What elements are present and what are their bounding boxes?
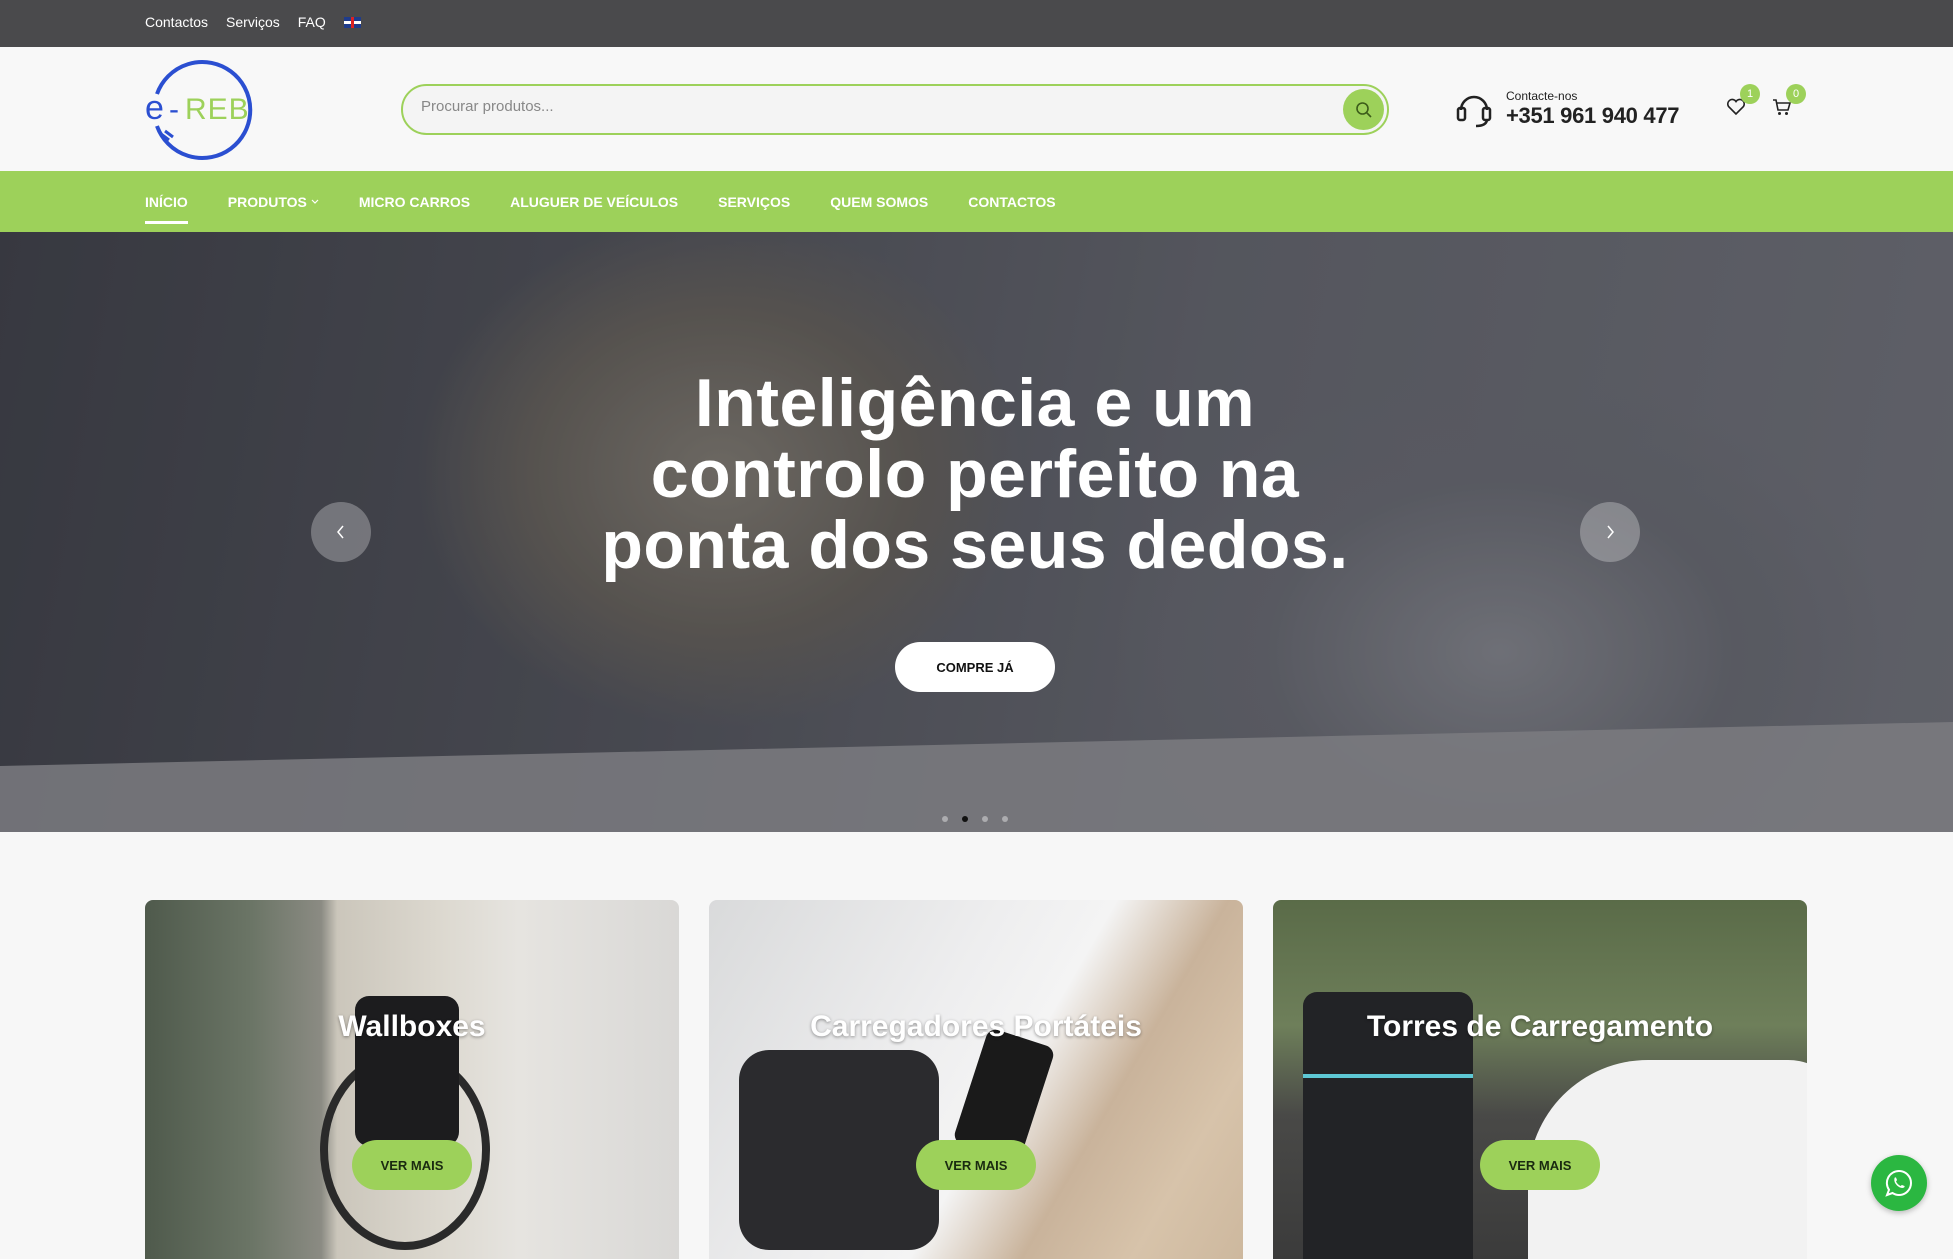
category-card-torres[interactable]: Torres de Carregamento VER MAIS bbox=[1273, 900, 1807, 1259]
top-bar: Contactos Serviços FAQ bbox=[0, 0, 1953, 47]
search-bar bbox=[401, 84, 1389, 135]
phone-number[interactable]: +351 961 940 477 bbox=[1506, 103, 1680, 129]
chevron-left-icon bbox=[337, 525, 344, 539]
wishlist-button[interactable]: 1 bbox=[1726, 84, 1760, 121]
slider-dot[interactable] bbox=[982, 816, 988, 822]
cart-button[interactable]: 0 bbox=[1772, 84, 1806, 121]
header: e - REB Contacte-nos +351 961 940 477 bbox=[0, 47, 1953, 171]
category-card-portateis[interactable]: Carregadores Portáteis VER MAIS bbox=[709, 900, 1243, 1259]
slider-prev-button[interactable] bbox=[311, 502, 371, 562]
slider-dot[interactable] bbox=[1002, 816, 1008, 822]
top-link-servicos[interactable]: Serviços bbox=[226, 14, 280, 30]
whatsapp-icon bbox=[1885, 1169, 1912, 1197]
main-nav: INÍCIO PRODUTOS MICRO CARROS ALUGUER DE … bbox=[0, 171, 1953, 232]
ver-mais-button[interactable]: VER MAIS bbox=[352, 1140, 472, 1190]
top-link-faq[interactable]: FAQ bbox=[298, 14, 326, 30]
search-input[interactable] bbox=[421, 98, 1321, 115]
chevron-right-icon bbox=[1607, 525, 1614, 539]
contact-block[interactable]: Contacte-nos +351 961 940 477 bbox=[1456, 89, 1680, 129]
svg-text:-: - bbox=[169, 93, 179, 126]
category-title: Carregadores Portáteis bbox=[810, 1010, 1142, 1043]
slider-dot[interactable] bbox=[942, 816, 948, 822]
contact-label: Contacte-nos bbox=[1506, 89, 1578, 103]
nav-item-servicos[interactable]: SERVIÇOS bbox=[718, 194, 790, 210]
top-links: Contactos Serviços FAQ bbox=[145, 14, 361, 30]
category-title: Wallboxes bbox=[338, 1010, 486, 1043]
nav-item-contactos[interactable]: CONTACTOS bbox=[968, 194, 1055, 210]
ver-mais-button[interactable]: VER MAIS bbox=[916, 1140, 1036, 1190]
logo-icon: e - REB bbox=[145, 60, 253, 160]
category-title: Torres de Carregamento bbox=[1366, 1010, 1714, 1043]
category-card-wallboxes[interactable]: Wallboxes VER MAIS bbox=[145, 900, 679, 1259]
ver-mais-button[interactable]: VER MAIS bbox=[1480, 1140, 1600, 1190]
hero-headline: Inteligência e um controlo perfeito na p… bbox=[601, 365, 1349, 583]
nav-item-produtos-label: PRODUTOS bbox=[227, 193, 307, 210]
card-image bbox=[739, 1050, 939, 1250]
uk-flag-icon[interactable] bbox=[343, 16, 361, 28]
nav-item-micro-carros[interactable]: MICRO CARROS bbox=[359, 194, 470, 210]
top-link-contactos[interactable]: Contactos bbox=[145, 14, 208, 30]
whatsapp-button[interactable] bbox=[1871, 1155, 1927, 1211]
chevron-down-icon bbox=[311, 199, 319, 204]
nav-item-inicio[interactable]: INÍCIO bbox=[145, 194, 188, 224]
nav-item-produtos[interactable]: PRODUTOS bbox=[228, 194, 319, 210]
search-button[interactable] bbox=[1343, 89, 1384, 130]
logo[interactable]: e - REB bbox=[145, 58, 255, 161]
slider-dots bbox=[942, 816, 1008, 822]
hero-cta-button[interactable]: COMPRE JÁ bbox=[895, 642, 1055, 692]
headset-icon bbox=[1456, 95, 1492, 128]
nav-item-quem-somos[interactable]: QUEM SOMOS bbox=[830, 194, 928, 210]
nav-item-aluguer[interactable]: ALUGUER DE VEÍCULOS bbox=[510, 194, 678, 210]
svg-text:e: e bbox=[145, 89, 164, 127]
svg-text:REB: REB bbox=[185, 93, 250, 126]
cart-badge: 0 bbox=[1786, 84, 1806, 104]
hero-slider: Inteligência e um controlo perfeito na p… bbox=[0, 232, 1953, 832]
slider-dot-active[interactable] bbox=[962, 816, 968, 822]
search-icon bbox=[1355, 101, 1372, 118]
wishlist-badge: 1 bbox=[1740, 84, 1760, 104]
slider-next-button[interactable] bbox=[1580, 502, 1640, 562]
